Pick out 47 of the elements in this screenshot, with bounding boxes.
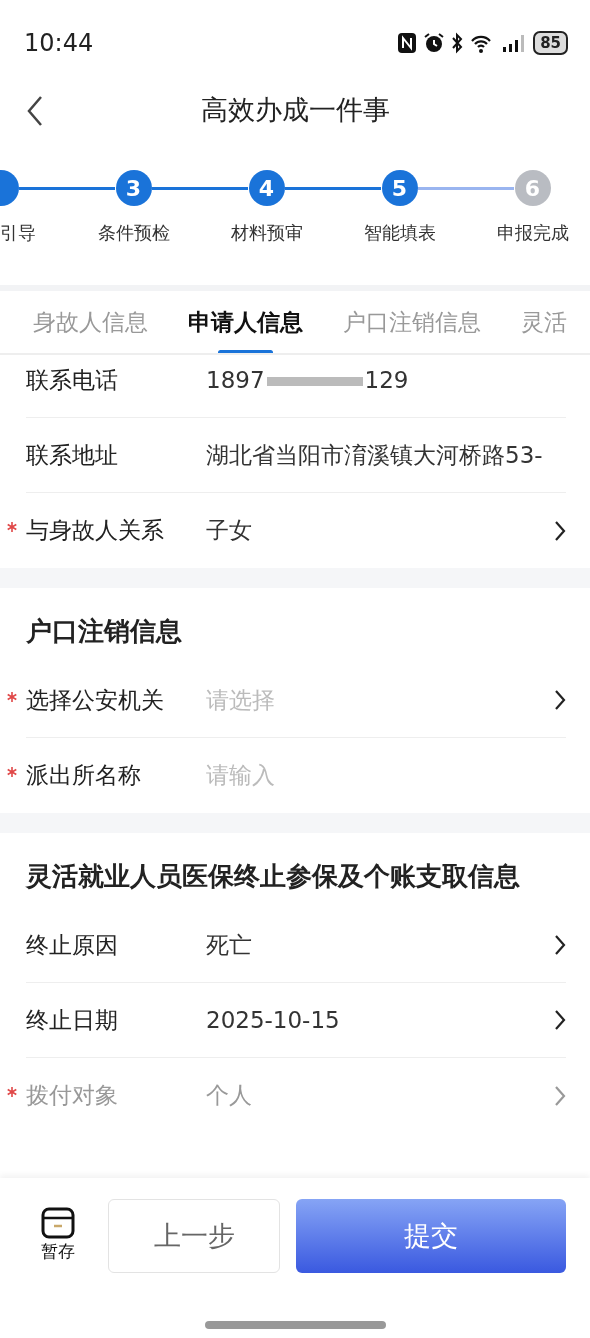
- tab[interactable]: 身故人信息: [33, 291, 148, 353]
- section-title: 户口注销信息: [25, 615, 183, 648]
- step-circle: 4: [248, 170, 285, 206]
- input-field[interactable]: 请输入: [206, 758, 566, 793]
- field-label: 终止日期: [26, 1005, 119, 1035]
- bluetooth-icon: [451, 31, 464, 54]
- step-circle: 5: [381, 170, 418, 206]
- field-value: 1897: [206, 366, 265, 393]
- box-icon: [41, 1207, 75, 1240]
- chevron-icon[interactable]: [554, 934, 566, 956]
- step-circle: 3: [115, 170, 152, 206]
- step-label: 条件预检: [97, 221, 170, 245]
- alarm-icon: [423, 31, 446, 54]
- field-label: 终止原因: [26, 930, 119, 960]
- field-value: 湖北省当阳市淯溪镇大河桥路53-: [206, 440, 544, 470]
- tab[interactable]: 申请人信息: [188, 291, 303, 353]
- page-title: 高效办成一件事: [199, 92, 391, 127]
- previous-step-button[interactable]: 上一步: [108, 1199, 280, 1273]
- field-label: 派出所名称: [26, 761, 142, 791]
- field-value: 个人: [206, 1081, 253, 1111]
- section-title: 灵活就业人员医保终止参保及个账支取信息: [24, 860, 521, 893]
- submit-button[interactable]: 提交: [296, 1199, 566, 1273]
- chevron-icon[interactable]: [554, 1009, 566, 1031]
- field-value: 子女: [206, 516, 253, 546]
- tab[interactable]: 灵活: [521, 291, 567, 353]
- field-label: 选择公安机关: [26, 685, 165, 715]
- field-label: 与身故人关系: [26, 516, 165, 546]
- input-field[interactable]: 请选择: [206, 682, 554, 718]
- step-label: 智能填表: [363, 221, 436, 245]
- field-label: 联系地址: [26, 440, 119, 470]
- field-value: 死亡: [206, 930, 253, 960]
- clock-time: 10:44: [24, 27, 94, 59]
- field-label: 联系电话: [26, 365, 119, 395]
- field-value: 2025-10-15: [206, 1005, 341, 1035]
- chevron-icon[interactable]: [554, 519, 566, 542]
- chevron-icon[interactable]: [554, 689, 566, 711]
- step-label: 引导: [0, 221, 36, 245]
- step-label: 申报完成: [496, 221, 569, 245]
- save-draft-button[interactable]: 暂存: [38, 1207, 78, 1265]
- step-label: 材料预审: [230, 221, 303, 245]
- battery-level: 85: [533, 30, 568, 55]
- step-circle: 6: [514, 170, 551, 206]
- field-label: 拨付对象: [26, 1081, 119, 1111]
- field-value: 129: [364, 366, 409, 393]
- nfc-icon: [397, 31, 418, 54]
- tab[interactable]: 户口注销信息: [343, 291, 481, 353]
- back-icon[interactable]: [26, 95, 44, 127]
